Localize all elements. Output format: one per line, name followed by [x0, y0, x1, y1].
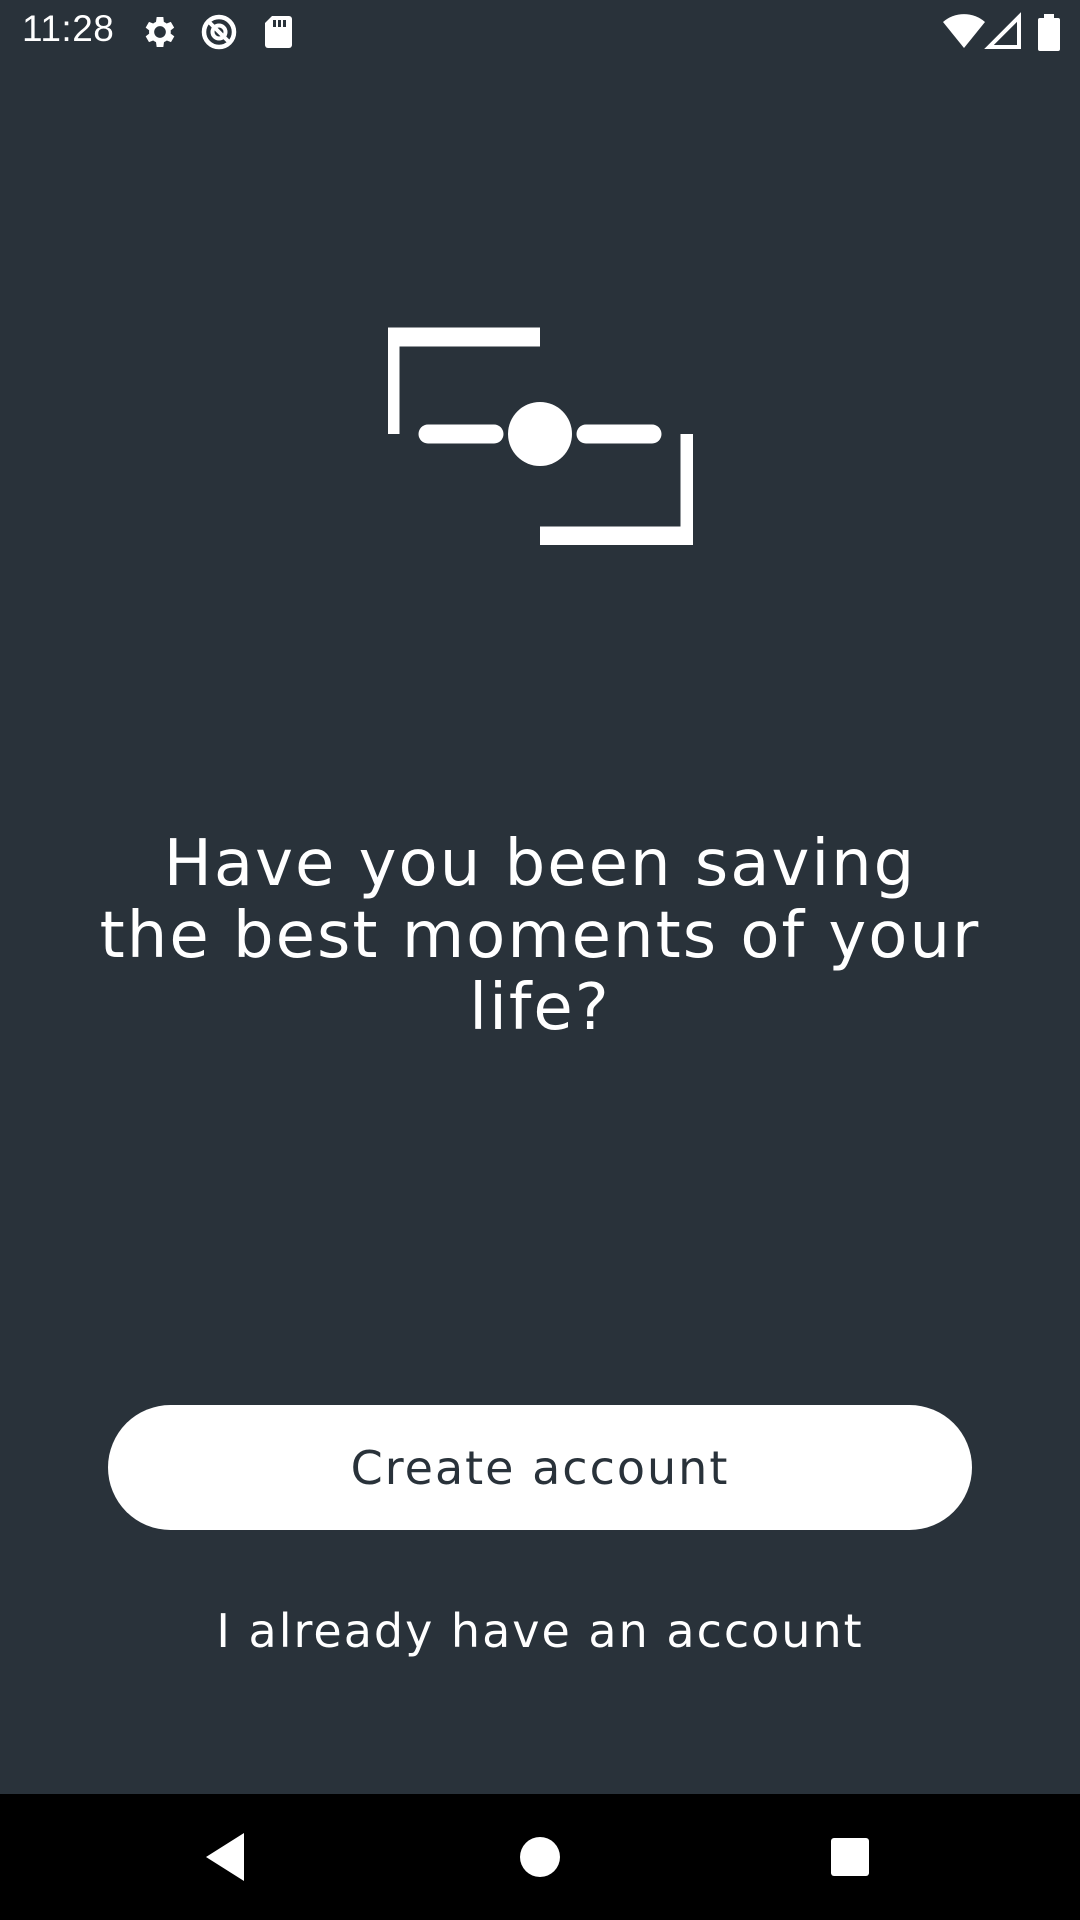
create-account-label: Create account	[350, 1440, 730, 1495]
create-account-button[interactable]: Create account	[108, 1405, 972, 1530]
status-bar: 11:28	[0, 0, 1080, 64]
login-link[interactable]: I already have an account	[90, 1604, 990, 1674]
wifi-icon	[942, 12, 986, 52]
home-icon[interactable]	[510, 1827, 570, 1887]
sd-card-icon	[258, 12, 298, 52]
back-icon[interactable]	[196, 1827, 256, 1887]
battery-icon	[1036, 12, 1062, 52]
headline-line-3: life?	[469, 971, 611, 1045]
cellular-signal-icon	[984, 12, 1024, 52]
settings-icon	[140, 12, 180, 52]
do-not-disturb-icon	[199, 12, 239, 52]
recents-icon[interactable]	[820, 1827, 880, 1887]
headline-line-2: the best moments of your	[99, 899, 981, 973]
navigation-bar	[0, 1794, 1080, 1920]
camera-frame-logo-icon	[380, 327, 700, 546]
status-time: 11:28	[22, 8, 115, 49]
headline: Have you been saving the best moments of…	[90, 828, 990, 1044]
welcome-screen: 11:28 Have you been saving the best mome…	[0, 0, 1080, 1920]
headline-line-1: Have you been saving	[163, 827, 917, 901]
